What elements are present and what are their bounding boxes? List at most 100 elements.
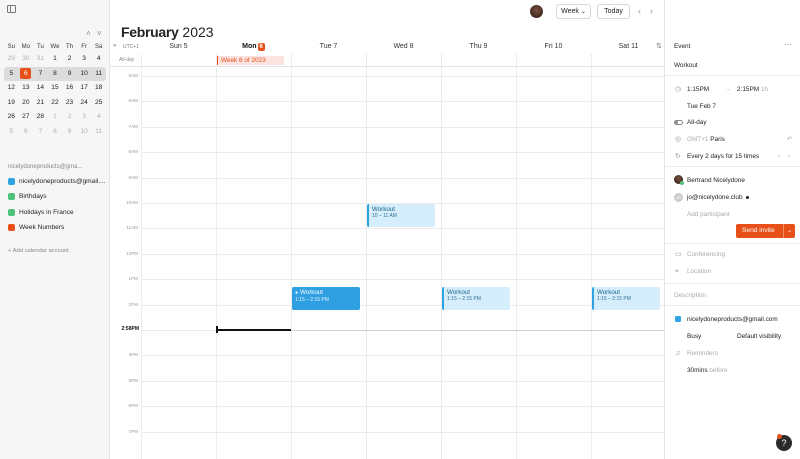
calendar-checkbox[interactable]	[8, 193, 15, 200]
mini-cal-day[interactable]: 30	[19, 52, 34, 67]
day-header[interactable]: Wed 8	[366, 42, 441, 52]
mini-cal-day[interactable]: 31	[33, 52, 48, 67]
event-time: 1:15 – 2:15 PM	[295, 296, 329, 303]
calendar-checkbox[interactable]	[8, 178, 15, 185]
recurrence-field[interactable]: Every 2 days for 15 times	[687, 152, 759, 161]
mini-cal-day[interactable]: 27	[19, 110, 34, 125]
all-day-toggle[interactable]	[674, 120, 683, 125]
day-header[interactable]: Fri 10	[516, 42, 591, 52]
mini-cal-day[interactable]: 28	[33, 110, 48, 125]
visibility-select[interactable]: Default visibility	[737, 332, 781, 341]
mini-cal-day[interactable]: 20	[19, 96, 34, 111]
busy-select[interactable]: Busy	[687, 332, 701, 341]
mini-cal-day[interactable]: 5	[4, 125, 19, 140]
day-header[interactable]: Sun 5	[141, 42, 216, 52]
add-participant-input[interactable]: Add participant	[687, 210, 730, 219]
send-invite-button[interactable]: Send invite ⌄	[736, 224, 795, 238]
description-field[interactable]: Description	[674, 291, 706, 300]
calendar-checkbox[interactable]	[8, 209, 15, 216]
calendar-item[interactable]: Week Numbers	[8, 224, 64, 231]
mini-cal-day[interactable]: 1	[48, 52, 63, 67]
calendar-item[interactable]: Holidays in France	[8, 209, 74, 216]
collapse-timezone-icon[interactable]: »	[113, 43, 116, 49]
mini-cal-day[interactable]: 18	[91, 81, 106, 96]
event-card[interactable]: Workout 1:15 – 2:15 PM	[592, 286, 660, 310]
day-header[interactable]: Sat 11	[591, 42, 666, 52]
mini-cal-prev-icon[interactable]: ˄	[86, 29, 91, 39]
add-calendar-account-link[interactable]: + Add calendar account	[8, 248, 69, 254]
mini-cal-day[interactable]: 21	[33, 96, 48, 111]
mini-cal-day[interactable]: 6	[19, 125, 34, 140]
calendar-select[interactable]: nicelydoneproducts@gmail.com	[687, 315, 778, 324]
calendar-item[interactable]: Birthdays	[8, 193, 47, 200]
calendar-checkbox[interactable]	[8, 224, 15, 231]
mini-cal-day[interactable]: 17	[77, 81, 92, 96]
mini-cal-day[interactable]: 2	[62, 110, 77, 125]
mini-cal-day[interactable]: 9	[62, 125, 77, 140]
mini-cal-day[interactable]: 25	[91, 96, 106, 111]
mini-cal-day[interactable]: 9	[62, 67, 77, 82]
prev-week-icon[interactable]: ‹	[638, 6, 641, 16]
mini-cal-day[interactable]: 15	[48, 81, 63, 96]
mini-cal-day[interactable]: 5	[4, 67, 19, 82]
mini-cal-day[interactable]: 3	[77, 110, 92, 125]
mini-cal-day[interactable]: 12	[4, 81, 19, 96]
location-field[interactable]: Location	[687, 267, 711, 276]
chevron-left-icon[interactable]: ‹	[778, 152, 780, 161]
event-card-selected[interactable]: ● Workout 1:15 – 2:15 PM	[292, 286, 360, 310]
mini-cal-day[interactable]: 4	[91, 110, 106, 125]
undo-icon[interactable]: ↶	[787, 135, 792, 144]
sort-icon[interactable]: ⇅	[656, 42, 662, 50]
mini-cal-day[interactable]: 2	[62, 52, 77, 67]
hour-label: 8AM	[128, 149, 138, 155]
event-title-input[interactable]: Workout	[674, 61, 698, 70]
day-column-divider	[591, 54, 592, 459]
mini-cal-day[interactable]: 10	[77, 67, 92, 82]
sidebar-toggle-icon[interactable]	[7, 5, 16, 13]
event-card[interactable]: Workout 1:15 – 2:15 PM	[442, 286, 510, 310]
mini-cal-day[interactable]: 3	[77, 52, 92, 67]
more-icon[interactable]: ···	[784, 40, 792, 49]
conferencing-field[interactable]: Conferencing	[687, 250, 725, 259]
mini-cal-day[interactable]: 29	[4, 52, 19, 67]
calendar-item[interactable]: nicelydoneproducts@gmail....	[8, 178, 106, 185]
mini-cal-day[interactable]: 22	[48, 96, 63, 111]
next-week-icon[interactable]: ›	[650, 6, 653, 16]
user-avatar[interactable]	[530, 5, 543, 18]
mini-cal-day[interactable]: 8	[48, 125, 63, 140]
mini-cal-day[interactable]: 19	[4, 96, 19, 111]
chevron-down-icon[interactable]: ⌄	[783, 224, 795, 238]
end-time[interactable]: 2:15PM	[737, 85, 759, 94]
mini-cal-day[interactable]: 11	[91, 67, 106, 82]
mini-cal-day[interactable]: 26	[4, 110, 19, 125]
mini-cal-day[interactable]: 8	[48, 67, 63, 82]
day-header[interactable]: Tue 7	[291, 42, 366, 52]
mini-cal-day[interactable]: 10	[77, 125, 92, 140]
day-header[interactable]: Thu 9	[441, 42, 516, 52]
chevron-right-icon[interactable]: ›	[788, 152, 790, 161]
mini-cal-day[interactable]: 14	[33, 81, 48, 96]
mini-cal-day[interactable]: 13	[19, 81, 34, 96]
week-number-banner[interactable]: Week 6 of 2023	[217, 56, 284, 65]
day-column-divider	[141, 54, 142, 459]
mini-cal-day[interactable]: 1	[48, 110, 63, 125]
mini-cal-next-icon[interactable]: ˅	[97, 29, 102, 39]
week-grid[interactable]: All-day Week 6 of 2023 5AM 6AM 7AM 8AM 9AM 10…	[110, 54, 667, 459]
reminder-item[interactable]: 30mins before	[687, 366, 728, 375]
guest-email[interactable]: jo@nicelydone.club	[687, 193, 743, 202]
day-header[interactable]: Mon 6	[216, 42, 291, 52]
mini-cal-day[interactable]: 23	[62, 96, 77, 111]
view-select[interactable]: Week ⌄	[556, 4, 591, 19]
today-button[interactable]: Today	[597, 4, 630, 19]
event-card[interactable]: Workout 10 – 11 AM	[367, 204, 435, 228]
mini-cal-day[interactable]: 24	[77, 96, 92, 111]
mini-cal-day[interactable]: 7	[33, 125, 48, 140]
mini-cal-day[interactable]: 7	[33, 67, 48, 82]
mini-cal-day[interactable]: 11	[91, 125, 106, 140]
start-time[interactable]: 1:15PM	[687, 85, 709, 94]
mini-cal-today[interactable]: 6	[19, 67, 34, 82]
timezone-field[interactable]: GMT+1 Paris	[687, 135, 725, 144]
mini-cal-day[interactable]: 16	[62, 81, 77, 96]
event-date[interactable]: Tue Feb 7	[687, 102, 716, 111]
mini-cal-day[interactable]: 4	[91, 52, 106, 67]
